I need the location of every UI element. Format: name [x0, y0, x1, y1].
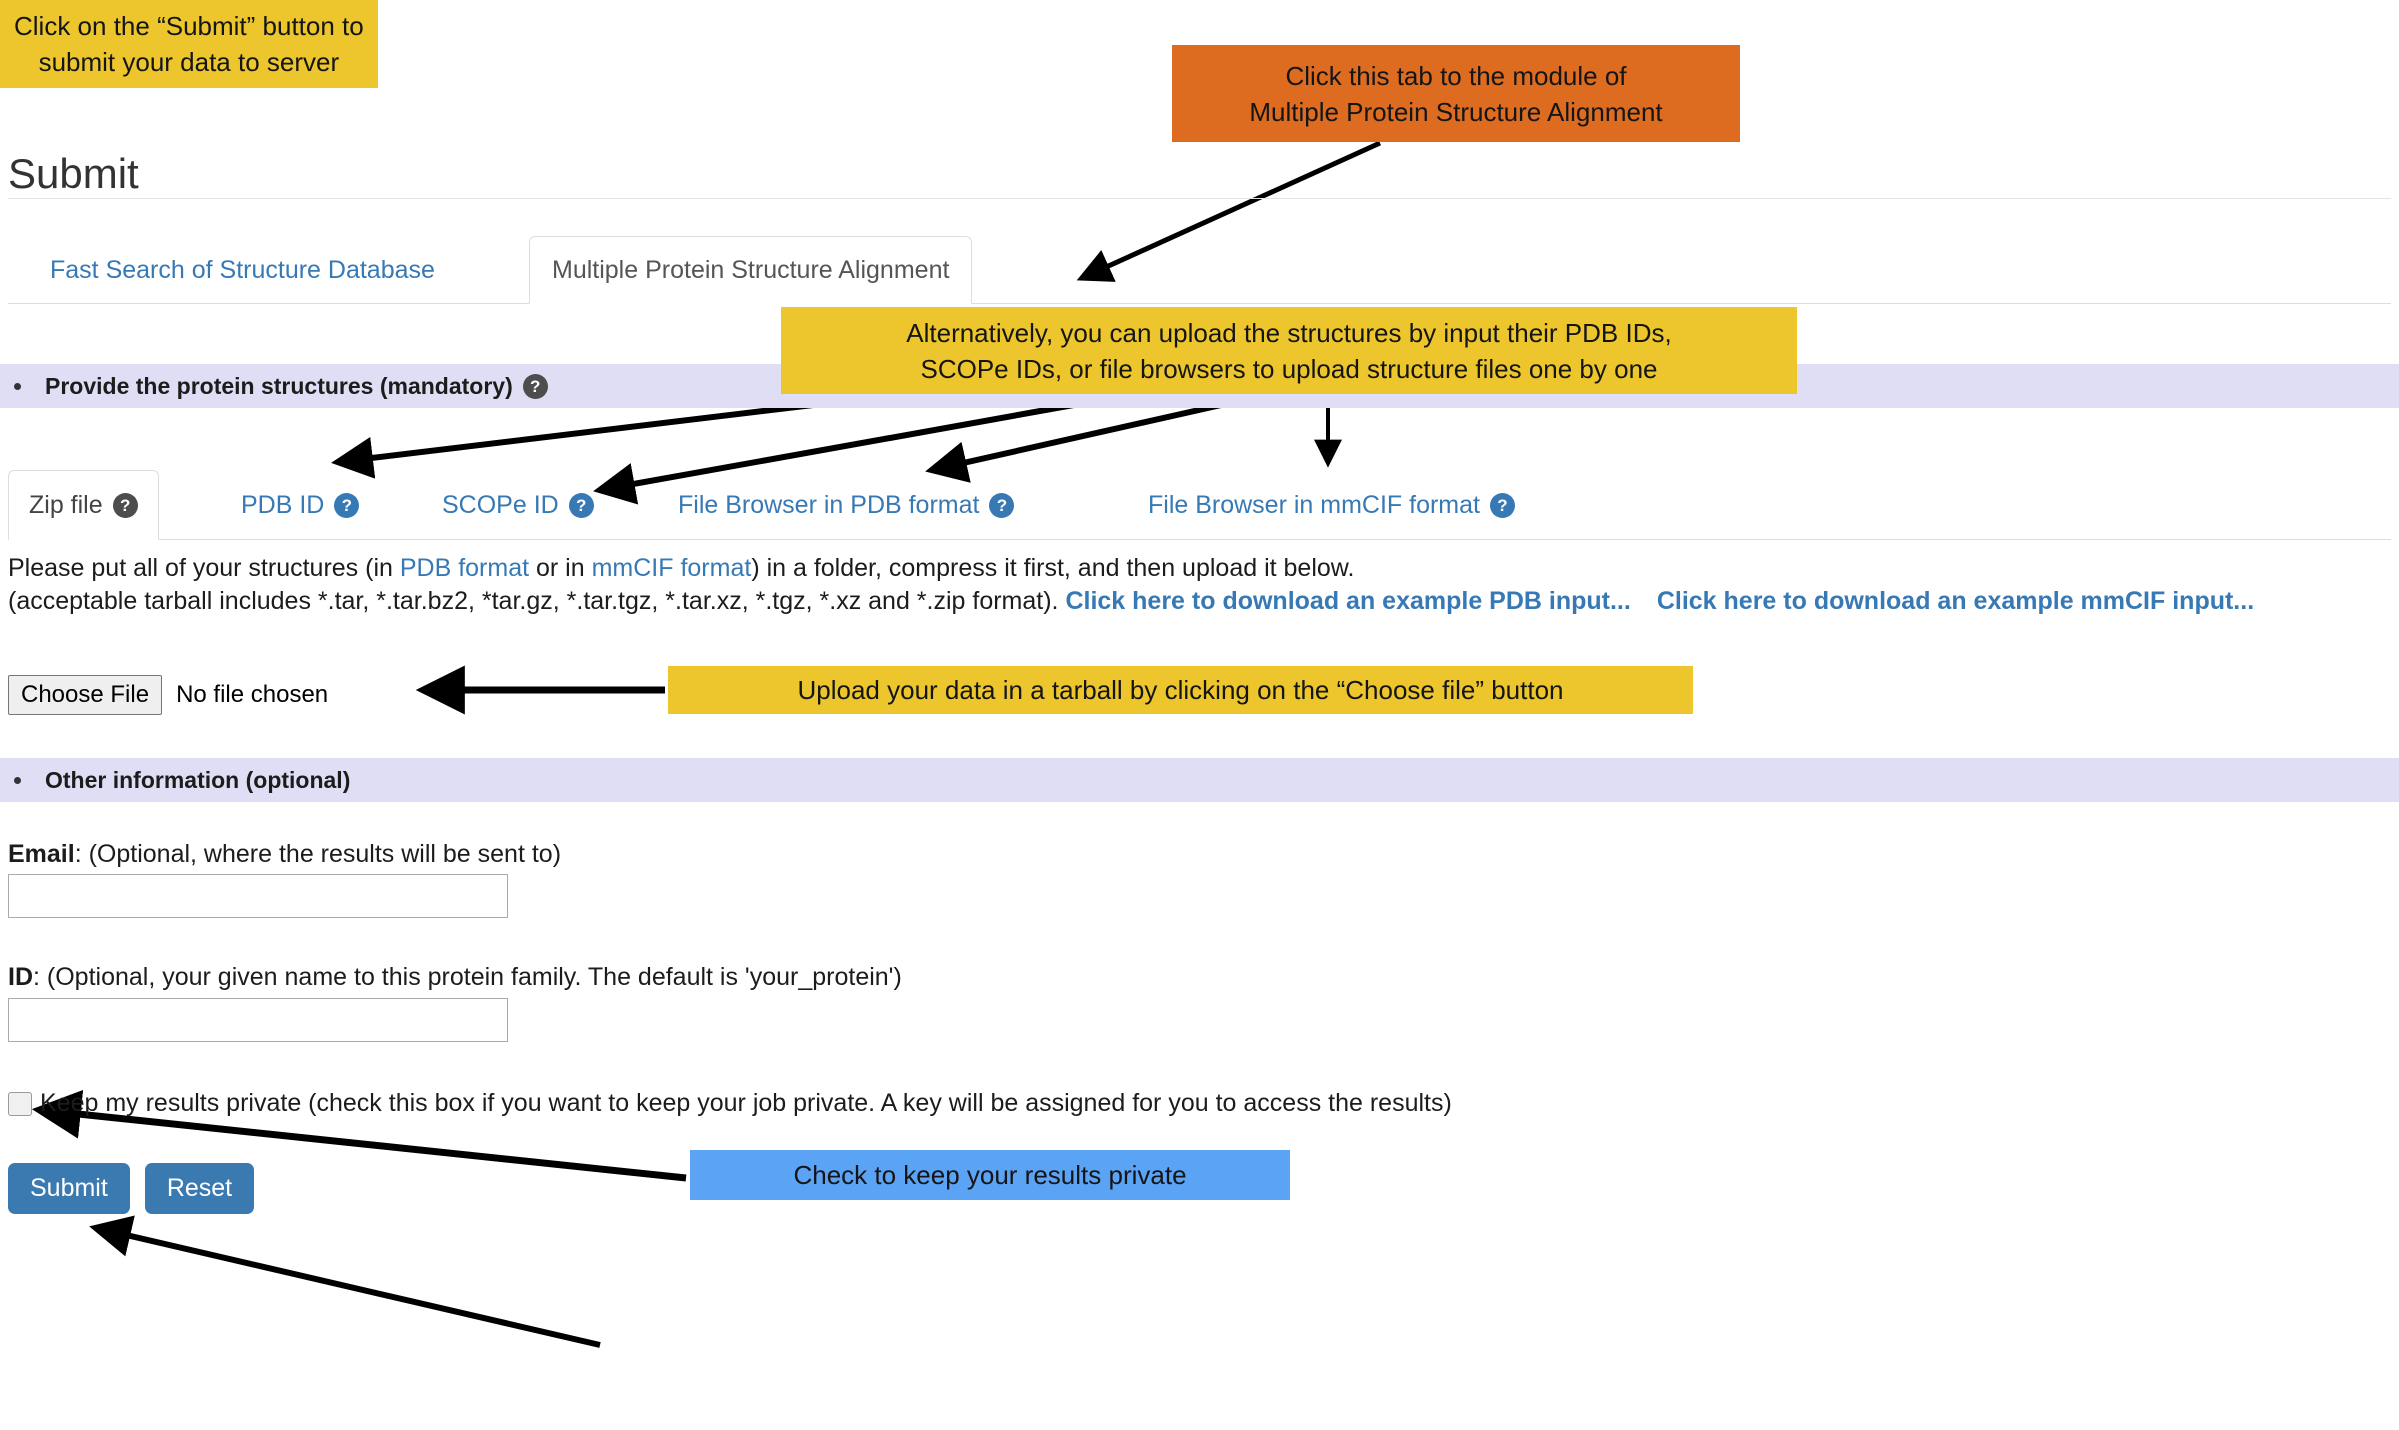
- tab-fast-search[interactable]: Fast Search of Structure Database: [28, 236, 457, 304]
- instructions-line1-part1: Please put all of your structures (in: [8, 554, 400, 582]
- reset-button[interactable]: Reset: [144, 1163, 255, 1214]
- id-field-label: ID: (Optional, your given name to this p…: [8, 963, 902, 992]
- title-divider: [8, 198, 2391, 199]
- callout-upload-tarball-line1: Upload your data in a tarball by clickin…: [797, 675, 1564, 705]
- help-circle-icon[interactable]: ?: [989, 492, 1015, 518]
- link-pdb-format[interactable]: PDB format: [400, 554, 529, 582]
- id-label-rest: : (Optional, your given name to this pro…: [33, 963, 902, 991]
- tab-pdb-id[interactable]: PDB ID ?: [221, 470, 379, 540]
- page-title: Submit: [8, 150, 139, 198]
- tab-multiple-protein-structure-alignment[interactable]: Multiple Protein Structure Alignment: [529, 236, 973, 304]
- form-action-row: Submit Reset: [8, 1163, 255, 1214]
- tab-file-browser-mmcif-label: File Browser in mmCIF format: [1148, 490, 1480, 519]
- section-header-other-information-label: Other information (optional): [45, 766, 351, 793]
- link-example-mmcif-input[interactable]: Click here to download an example mmCIF …: [1657, 587, 2254, 615]
- help-circle-icon[interactable]: ?: [568, 492, 594, 518]
- email-label-rest: : (Optional, where the results will be s…: [74, 840, 562, 868]
- tab-file-browser-mmcif[interactable]: File Browser in mmCIF format ?: [1128, 470, 1535, 540]
- keep-results-private-label: Keep my results private (check this box …: [40, 1089, 1452, 1117]
- file-chosen-status: No file chosen: [176, 681, 329, 708]
- callout-keep-private: Check to keep your results private: [690, 1150, 1290, 1200]
- link-mmcif-format[interactable]: mmCIF format: [592, 554, 752, 582]
- email-field-label: Email: (Optional, where the results will…: [8, 840, 561, 869]
- arrow-to-submit-button: [89, 1215, 601, 1348]
- callout-click-submit-line2: submit your data to server: [38, 47, 340, 77]
- submit-button[interactable]: Submit: [8, 1163, 130, 1214]
- bullet-icon: [14, 382, 21, 390]
- id-label-bold: ID: [8, 963, 33, 991]
- callout-upload-tarball: Upload your data in a tarball by clickin…: [668, 666, 1693, 714]
- main-tab-bar: Fast Search of Structure Database Multip…: [8, 236, 2391, 304]
- choose-file-button[interactable]: Choose File: [8, 675, 163, 715]
- section-header-other-information: Other information (optional): [0, 758, 2399, 802]
- tab-zip-file[interactable]: Zip file ?: [8, 470, 159, 540]
- callout-click-submit: Click on the “Submit” button to submit y…: [0, 0, 378, 88]
- upload-instructions: Please put all of your structures (in PD…: [8, 552, 2378, 618]
- help-circle-icon[interactable]: ?: [522, 373, 548, 399]
- keep-results-private-checkbox[interactable]: [8, 1091, 32, 1116]
- id-input[interactable]: [8, 998, 508, 1042]
- link-example-pdb-input[interactable]: Click here to download an example PDB in…: [1065, 587, 1630, 615]
- structure-input-tab-bar: Zip file ? PDB ID ? SCOPe ID ? File Brow…: [8, 452, 2391, 540]
- tab-multiple-protein-structure-alignment-label: Multiple Protein Structure Alignment: [552, 255, 950, 284]
- callout-alternative-upload-line1: Alternatively, you can upload the struct…: [906, 317, 1672, 348]
- file-upload-row: Choose File No file chosen: [8, 675, 328, 715]
- tab-zip-file-label: Zip file: [29, 490, 103, 519]
- help-circle-icon[interactable]: ?: [1489, 492, 1515, 518]
- tab-fast-search-label: Fast Search of Structure Database: [50, 255, 435, 284]
- instructions-line1-part2: or in: [529, 554, 592, 582]
- tab-scope-id[interactable]: SCOPe ID ?: [422, 470, 614, 540]
- callout-click-tab-line2: Multiple Protein Structure Alignment: [1249, 96, 1663, 127]
- instructions-line2-part1: (acceptable tarball includes *.tar, *.ta…: [8, 587, 1066, 615]
- help-circle-icon[interactable]: ?: [112, 492, 138, 518]
- tab-scope-id-label: SCOPe ID: [442, 490, 559, 519]
- help-circle-icon[interactable]: ?: [334, 492, 360, 518]
- callout-click-tab-line1: Click this tab to the module of: [1285, 60, 1627, 91]
- tab-pdb-id-label: PDB ID: [241, 490, 325, 519]
- callout-click-submit-line1: Click on the “Submit” button to: [14, 11, 364, 41]
- email-label-bold: Email: [8, 840, 75, 868]
- tab-file-browser-pdb[interactable]: File Browser in PDB format ?: [658, 470, 1034, 540]
- instructions-line1-part3: ) in a folder, compress it first, and th…: [751, 554, 1355, 582]
- email-input[interactable]: [8, 874, 508, 918]
- bullet-icon: [14, 776, 21, 784]
- callout-alternative-upload: Alternatively, you can upload the struct…: [781, 307, 1797, 394]
- callout-keep-private-line1: Check to keep your results private: [793, 1160, 1187, 1190]
- tab-file-browser-pdb-label: File Browser in PDB format: [678, 490, 980, 519]
- section-header-structures-label: Provide the protein structures (mandator…: [45, 372, 513, 399]
- callout-click-tab: Click this tab to the module of Multiple…: [1172, 45, 1740, 142]
- callout-alternative-upload-line2: SCOPe IDs, or file browsers to upload st…: [920, 353, 1658, 384]
- privacy-row: Keep my results private (check this box …: [8, 1089, 1452, 1118]
